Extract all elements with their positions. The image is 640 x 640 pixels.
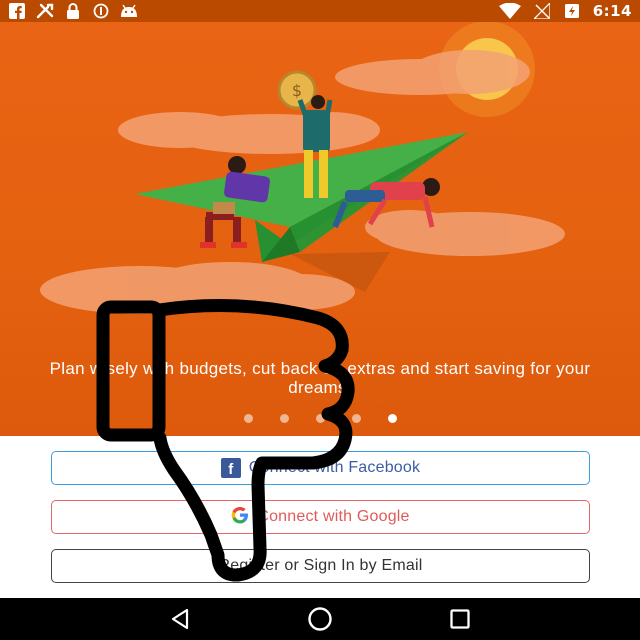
battery-charging-icon [563,2,581,20]
page-dot-3[interactable] [315,414,325,423]
lock-icon [64,2,82,20]
wifi-icon [498,2,521,20]
onboarding-hero[interactable]: $ Plan wisely with budgets, cut back on … [0,22,640,436]
facebook-icon [8,2,26,20]
back-icon[interactable] [165,604,195,634]
status-bar: 6:14 [0,0,640,22]
svg-text:$: $ [292,81,302,100]
page-indicator[interactable] [0,414,640,423]
facebook-connect-button[interactable]: f Connect with Facebook [51,451,590,485]
tools-icon [36,2,54,20]
status-time: 6:14 [592,2,632,20]
email-signin-button[interactable]: Register or Sign In by Email [51,549,590,583]
google-logo-icon [231,506,249,529]
system-nav-bar [0,598,640,640]
status-right-icons: 6:14 [498,2,632,20]
google-connect-label: Connect with Google [257,508,410,525]
status-left-icons [8,2,138,20]
facebook-logo-icon: f [220,458,241,478]
onboarding-tagline: Plan wisely with budgets, cut back on ex… [49,359,591,397]
page-dot-1[interactable] [243,414,253,423]
page-dot-2[interactable] [279,414,289,423]
page-dot-4[interactable] [351,414,361,423]
home-icon[interactable] [305,604,335,634]
auth-section: f Connect with Facebook Connect with Goo… [0,436,640,598]
circle-info-icon [92,2,110,20]
facebook-connect-label: Connect with Facebook [248,459,421,476]
android-icon [120,2,138,20]
email-signin-label: Register or Sign In by Email [218,557,423,574]
page-dot-5-active[interactable] [387,414,397,423]
app-screen: 6:14 $ Plan wisely with budgets, cut bac… [0,0,640,640]
no-signal-icon [533,2,551,20]
google-connect-button[interactable]: Connect with Google [51,500,590,534]
recents-icon[interactable] [445,604,475,634]
